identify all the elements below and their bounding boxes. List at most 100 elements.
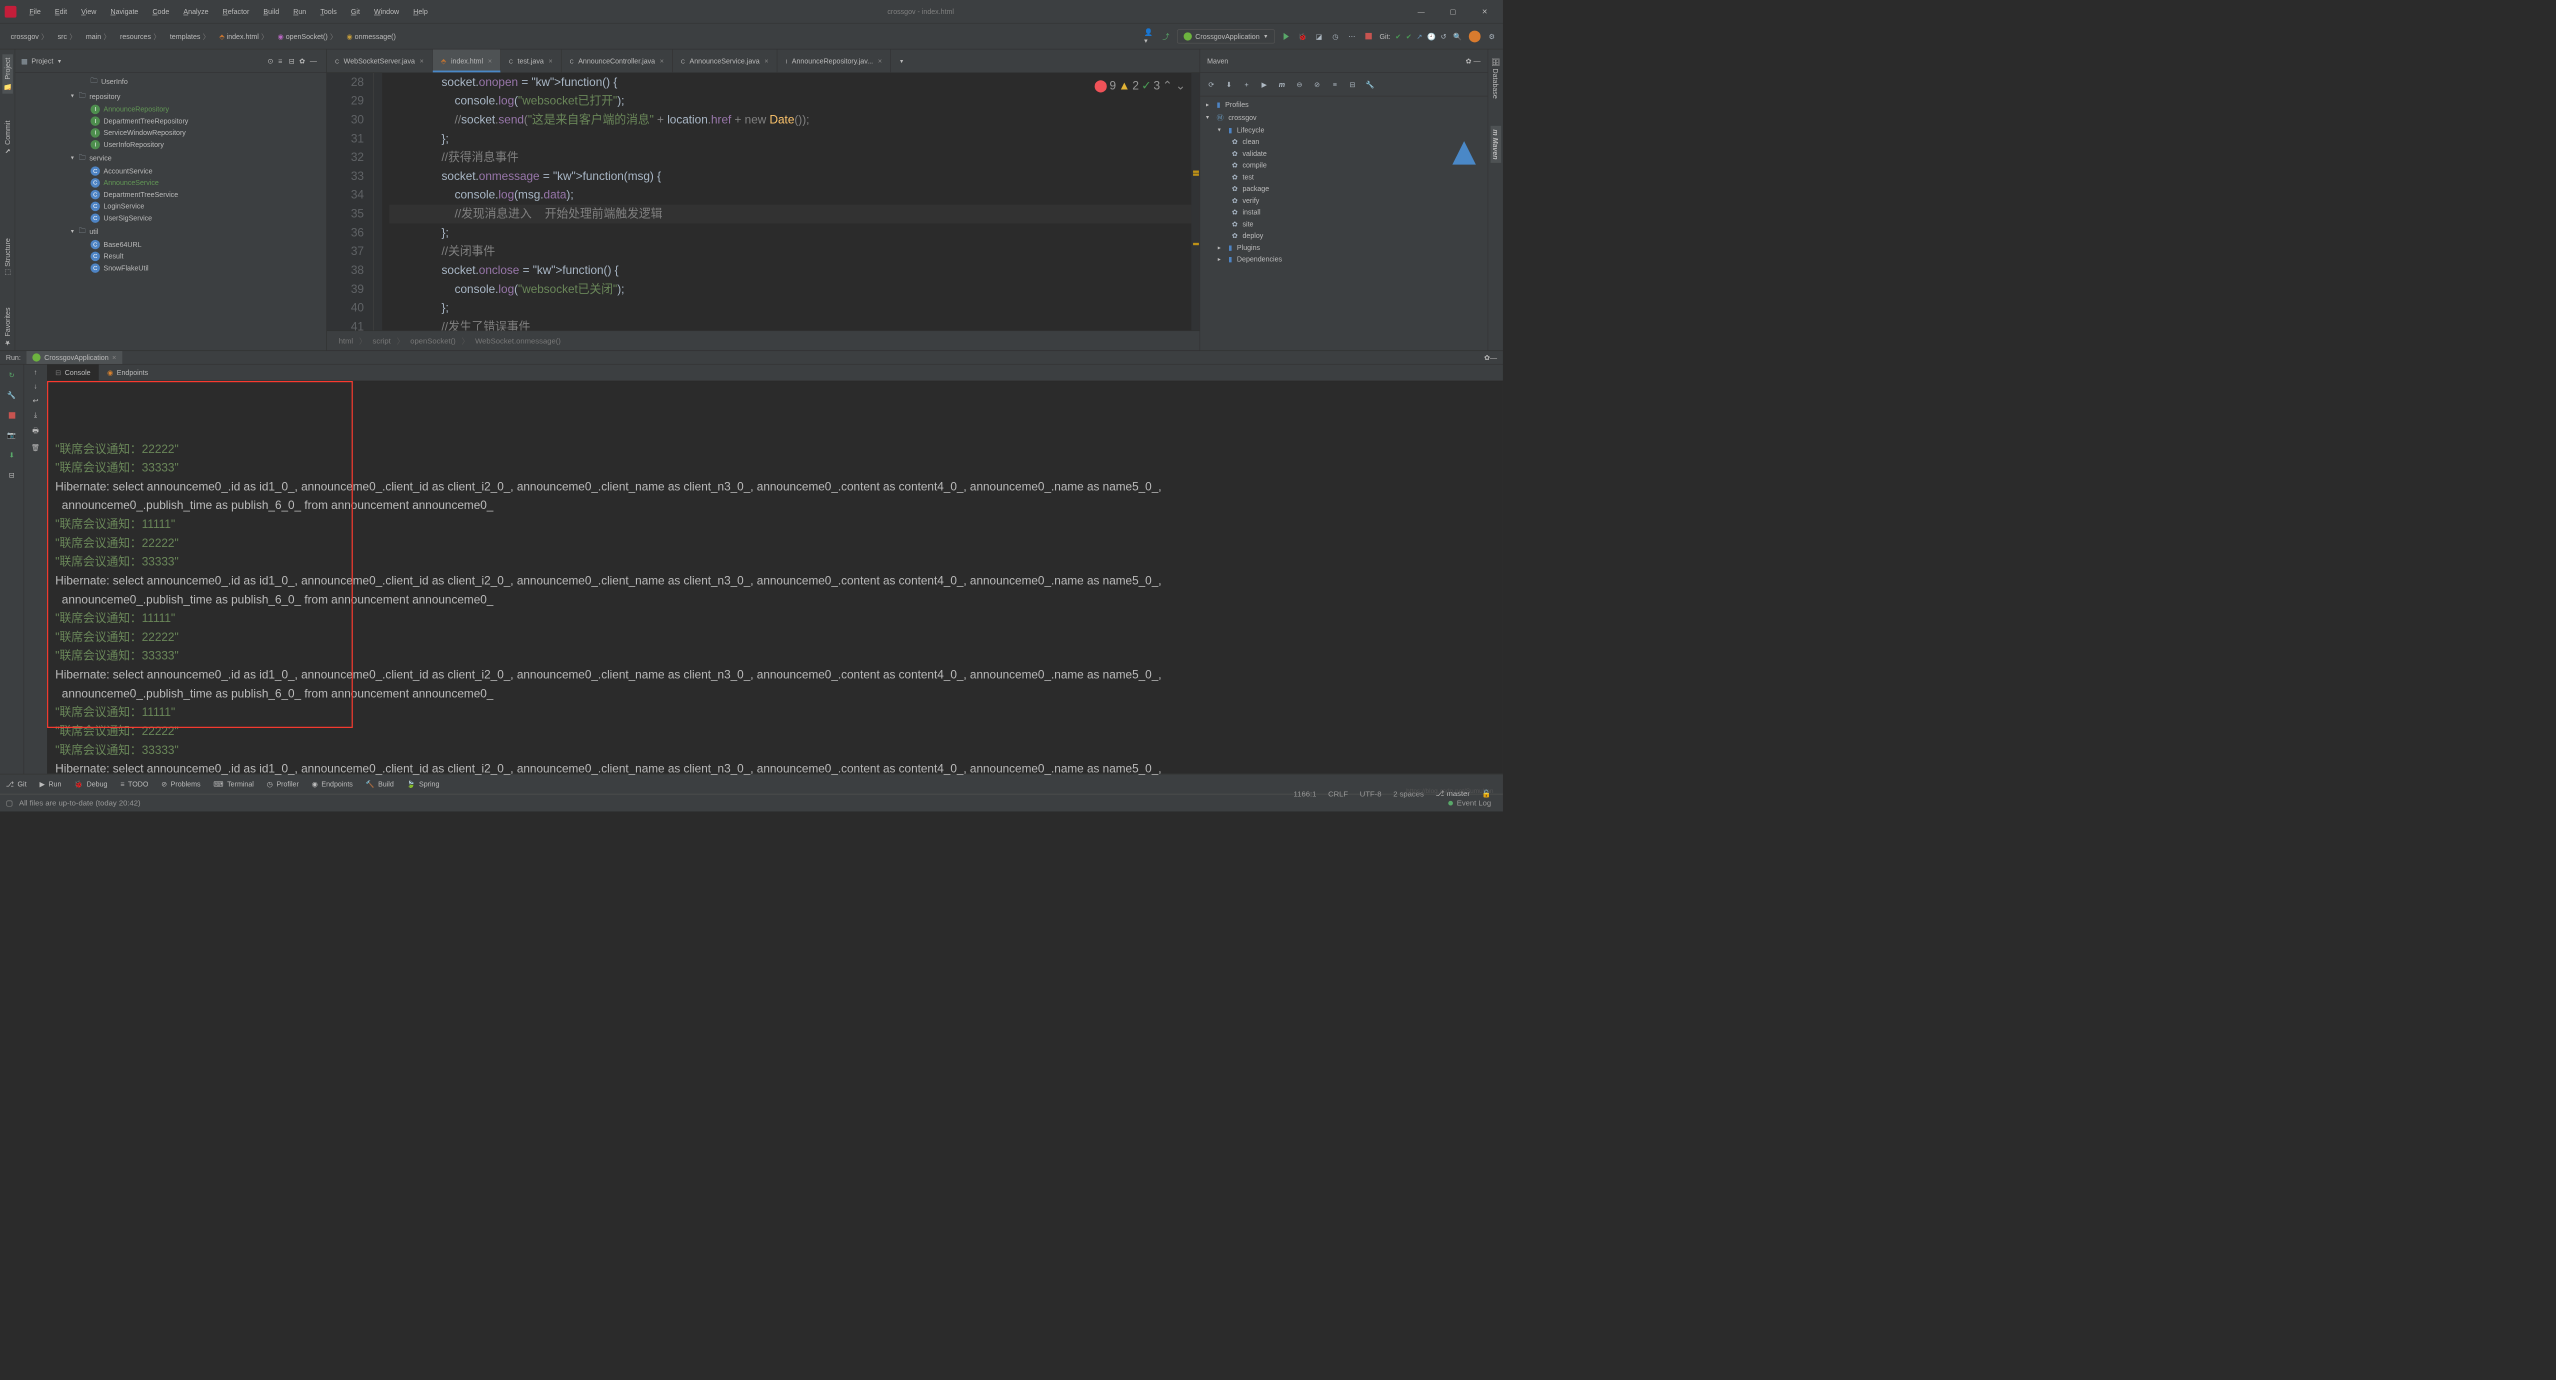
- editor-crumb[interactable]: html: [339, 336, 353, 345]
- crumb-4[interactable]: templates: [165, 29, 214, 44]
- dump-threads-button[interactable]: 📷: [5, 428, 19, 442]
- tree-item-UserSigService[interactable]: CUserSigService: [15, 212, 326, 224]
- crumb-2[interactable]: main: [81, 29, 115, 44]
- run-config-tab[interactable]: CrossgovApplication ×: [27, 351, 122, 364]
- execute-goal-icon[interactable]: m: [1275, 78, 1288, 91]
- coverage-button[interactable]: ◪: [1314, 31, 1325, 42]
- favorites-tool-tab[interactable]: ★ Favorites: [2, 304, 13, 350]
- generate-sources-icon[interactable]: ⬇: [1222, 78, 1235, 91]
- editor-tab-AnnounceController.java[interactable]: CAnnounceController.java×: [561, 49, 672, 72]
- editor-tab-WebSocketServer.java[interactable]: CWebSocketServer.java×: [327, 49, 433, 72]
- down-trace-button[interactable]: ↓: [34, 382, 38, 390]
- maven-wrench-icon[interactable]: 🔧: [1364, 78, 1377, 91]
- soft-wrap-button[interactable]: ↩: [33, 396, 39, 404]
- bottom-tab-profiler[interactable]: ◷Profiler: [267, 780, 299, 788]
- avatar[interactable]: [1469, 30, 1481, 42]
- crumb-3[interactable]: resources: [115, 29, 165, 44]
- tree-item-DepartmentTreeService[interactable]: CDepartmentTreeService: [15, 189, 326, 201]
- close-tab-icon[interactable]: ×: [660, 57, 664, 65]
- scroll-end-button[interactable]: ⤓: [34, 410, 37, 419]
- tool-window-toggle-icon[interactable]: ▢: [6, 798, 13, 807]
- stop-button[interactable]: [5, 408, 19, 422]
- maven-settings-icon[interactable]: ✿: [1466, 57, 1472, 65]
- close-tab-icon[interactable]: ×: [488, 57, 492, 65]
- exit-button[interactable]: ⊟: [5, 468, 19, 482]
- editor-crumb[interactable]: WebSocket.onmessage(): [475, 336, 561, 345]
- bottom-tab-debug[interactable]: 🐞Debug: [74, 780, 107, 788]
- error-stripe[interactable]: [1191, 73, 1199, 331]
- tree-item-AccountService[interactable]: CAccountService: [15, 165, 326, 177]
- user-icon[interactable]: 👤▾: [1144, 31, 1155, 42]
- line-separator[interactable]: CRLF: [1328, 789, 1348, 798]
- structure-tool-tab[interactable]: ⬚ Structure: [2, 235, 13, 281]
- tree-item-Base64URL[interactable]: CBase64URL: [15, 239, 326, 251]
- git-push-icon[interactable]: ↗: [1416, 32, 1422, 40]
- build-icon[interactable]: ⤴: [1161, 31, 1172, 42]
- database-tool-tab[interactable]: 🗄 Database: [1490, 54, 1501, 102]
- bottom-tab-todo[interactable]: ≡TODO: [120, 780, 148, 788]
- editor-crumb[interactable]: script: [373, 336, 391, 345]
- attach-button[interactable]: ⋯: [1347, 31, 1358, 42]
- profile-button[interactable]: ◷: [1330, 31, 1341, 42]
- git-commit-icon[interactable]: ✔: [1406, 32, 1412, 40]
- crumb-7[interactable]: ◉ onmessage(): [342, 30, 403, 43]
- bottom-tab-spring[interactable]: 🍃Spring: [407, 780, 440, 788]
- menu-tools[interactable]: Tools: [314, 5, 342, 18]
- endpoints-tab[interactable]: ◉Endpoints: [99, 365, 157, 381]
- tree-item-Result[interactable]: CResult: [15, 250, 326, 262]
- maven-hide-icon[interactable]: —: [1474, 57, 1481, 65]
- collapse-all-icon[interactable]: ⊟: [289, 57, 300, 65]
- close-button[interactable]: ✕: [1471, 3, 1498, 21]
- inspection-widget[interactable]: ⬤9 ▲2 ✓3 ⌃ ⌄: [1094, 76, 1185, 95]
- maven-goal-install[interactable]: ✿install: [1200, 206, 1488, 218]
- menu-edit[interactable]: Edit: [49, 5, 73, 18]
- layout-button[interactable]: ⬇: [5, 448, 19, 462]
- reimport-icon[interactable]: ⟳: [1205, 78, 1218, 91]
- git-branch[interactable]: ⎇ master: [1436, 789, 1470, 798]
- menu-help[interactable]: Help: [407, 5, 433, 18]
- bottom-tab-git[interactable]: ⎇Git: [6, 780, 27, 788]
- close-tab-icon[interactable]: ×: [549, 57, 553, 65]
- minimize-button[interactable]: —: [1408, 3, 1435, 21]
- collapse-maven-icon[interactable]: ⊟: [1346, 78, 1359, 91]
- close-tab-icon[interactable]: ×: [878, 57, 882, 65]
- maven-goal-compile[interactable]: ✿compile: [1200, 159, 1488, 171]
- code-area[interactable]: socket.onopen = "kw">function() { consol…: [382, 73, 1199, 331]
- encoding[interactable]: UTF-8: [1360, 789, 1382, 798]
- print-button[interactable]: 🖶: [32, 425, 39, 437]
- tree-item-util[interactable]: ▾🗀util: [15, 224, 326, 239]
- editor-tab-AnnounceService.java[interactable]: CAnnounceService.java×: [673, 49, 778, 72]
- clear-button[interactable]: 🗑: [31, 443, 40, 451]
- run-configuration-selector[interactable]: CrossgovApplication ▼: [1177, 29, 1275, 43]
- menu-analyze[interactable]: Analyze: [178, 5, 215, 18]
- menu-file[interactable]: File: [24, 5, 47, 18]
- maven-plugins[interactable]: Plugins: [1237, 243, 1260, 251]
- maven-goal-deploy[interactable]: ✿deploy: [1200, 230, 1488, 242]
- bottom-tab-run[interactable]: ▶Run: [39, 780, 61, 788]
- git-history-icon[interactable]: 🕘: [1427, 32, 1436, 40]
- maven-goal-test[interactable]: ✿test: [1200, 171, 1488, 183]
- menu-view[interactable]: View: [75, 5, 102, 18]
- crumb-1[interactable]: src: [53, 29, 81, 44]
- tree-item-DepartmentTreeRepository[interactable]: IDepartmentTreeRepository: [15, 115, 326, 127]
- maven-profiles[interactable]: Profiles: [1225, 101, 1249, 109]
- editor[interactable]: ⬤9 ▲2 ✓3 ⌃ ⌄ 282930313233343536373839404…: [327, 73, 1200, 331]
- git-revert-icon[interactable]: ↺: [1441, 32, 1447, 40]
- show-deps-icon[interactable]: ≡: [1328, 78, 1341, 91]
- search-icon[interactable]: 🔍: [1452, 31, 1463, 42]
- editor-tab-AnnounceRepository.jav...[interactable]: IAnnounceRepository.jav...×: [777, 49, 890, 72]
- commit-tool-tab[interactable]: ✔ Commit: [2, 117, 13, 159]
- event-log-label[interactable]: Event Log: [1457, 799, 1491, 808]
- crumb-5[interactable]: ⬘ index.html: [215, 29, 273, 44]
- fold-gutter[interactable]: [374, 73, 382, 331]
- crumb-6[interactable]: ◉ openSocket(): [273, 29, 342, 44]
- menu-git[interactable]: Git: [345, 5, 366, 18]
- stop-button[interactable]: [1363, 31, 1374, 42]
- menu-navigate[interactable]: Navigate: [105, 5, 145, 18]
- menu-run[interactable]: Run: [287, 5, 312, 18]
- hide-panel-icon[interactable]: —: [310, 57, 321, 65]
- add-maven-icon[interactable]: +: [1240, 78, 1253, 91]
- tree-item-AnnounceRepository[interactable]: IAnnounceRepository: [15, 103, 326, 115]
- menu-code[interactable]: Code: [147, 5, 176, 18]
- tree-item-AnnounceService[interactable]: CAnnounceService: [15, 177, 326, 189]
